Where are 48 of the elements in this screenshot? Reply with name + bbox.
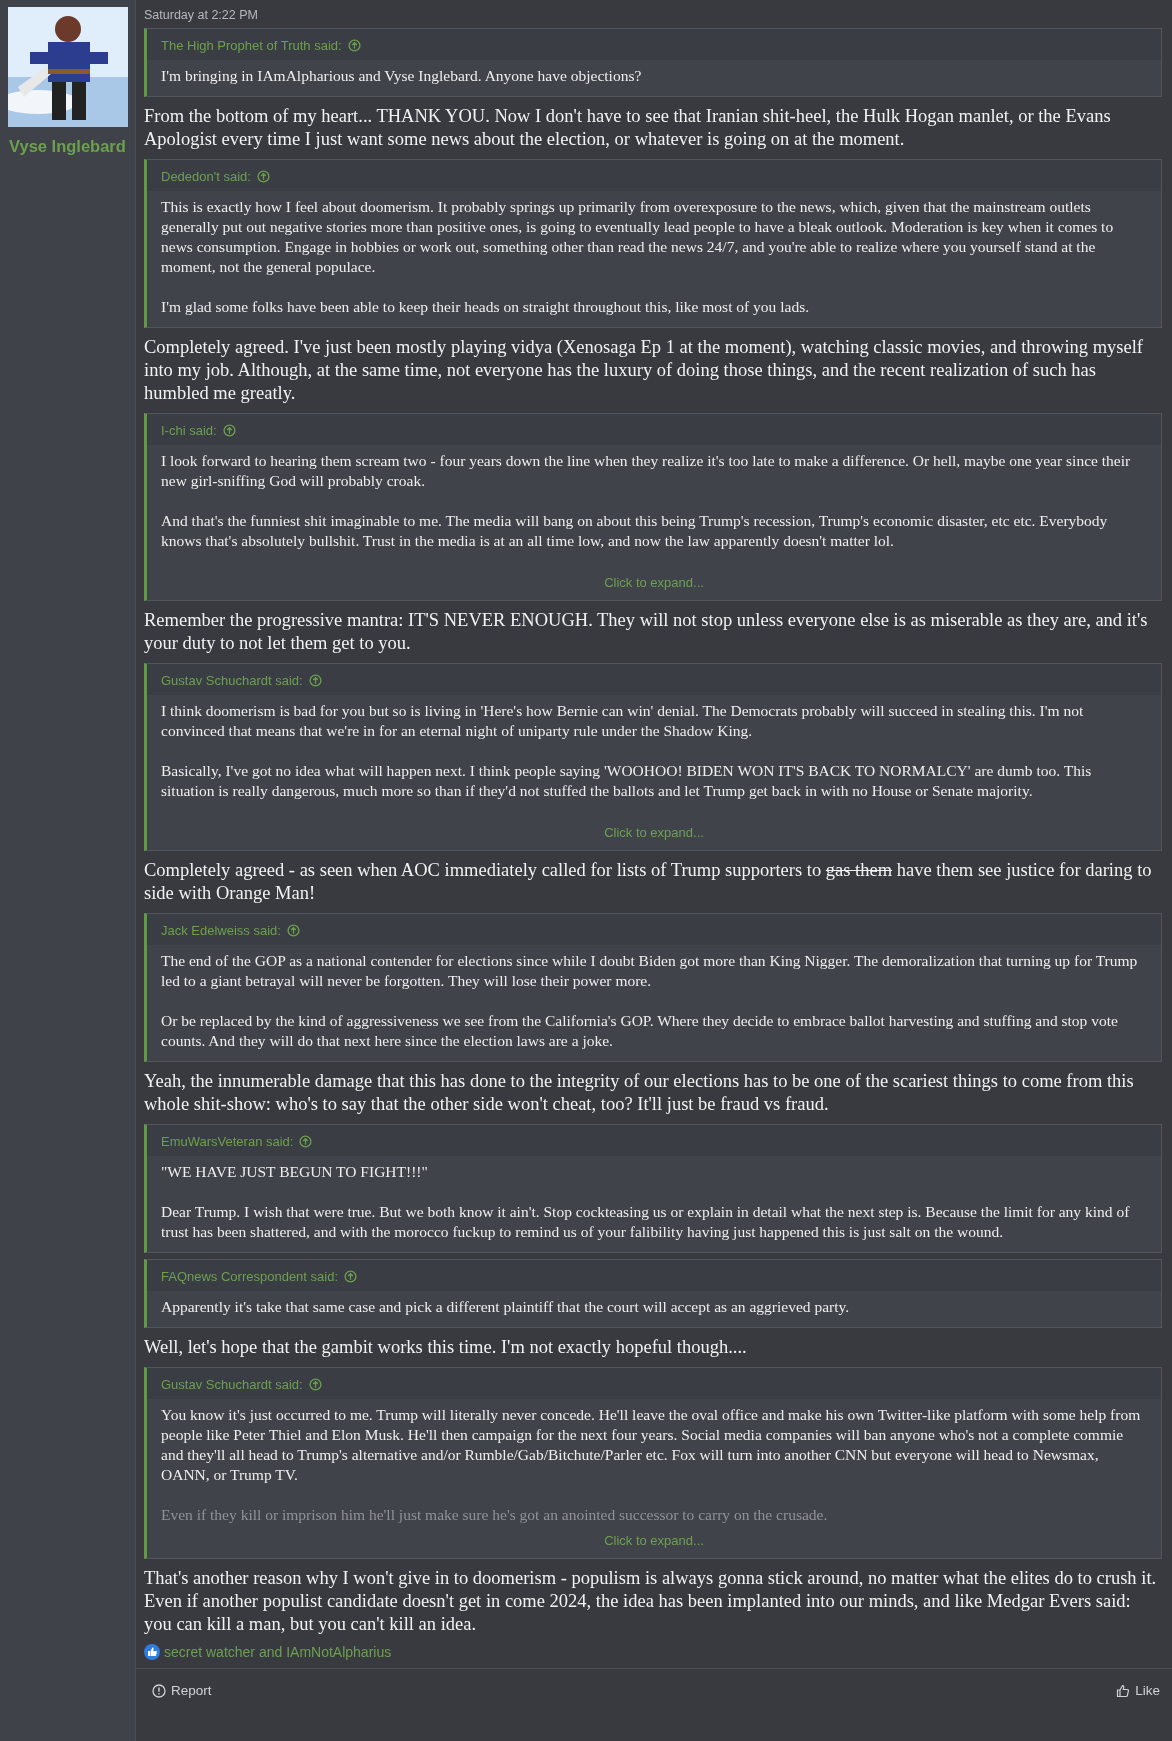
- thumbs-up-icon: [1116, 1683, 1131, 1698]
- arrow-up-circle-icon[interactable]: [286, 924, 300, 937]
- post-text: Well, let's hope that the gambit works this time. I'm not exactly hopeful though....: [144, 1336, 748, 1359]
- quote-text: And that's the funniest shit imaginable to me. The media will bang on about this being Trump's recession, Trump's economic disaster, etc etc. Everybody knows that's absolutely bullshit. Trust in the media is at an all time low, and now the law apparently doesn't matter lol.: [161, 511, 1109, 551]
- quote-text: You know it's just occurred to me. Trump will literally never concede. He'll leave the oval office and make his own Twitter-like platform with some help from people like Peter Thiel and Elon Musk. He'll then campaign for the next four years. Social media companies will ban anyone who's not a complete commie and they'll all head to Trump's alternative and/or Rumble/Gab/Bitchute/Parler etc. Fox will turn into another CNN but everyone will head to Newsmax, OANN, or Trump TV.: [161, 1405, 1142, 1485]
- post-text: That's another reason why I won't give in to doomerism - populism is always gonna stick around, no matter what the elites do to crush it. Even if another populist candidate doesn't get in come 2024, the idea has been implanted into our minds, and like Medgar Evers said: you can kill a man, but you can't kill an idea.: [144, 1567, 1158, 1636]
- reaction-users[interactable]: secret watcher and IAmNotAlpharius: [164, 1644, 392, 1660]
- quote-text: I'm bringing in IAmAlpharious and Vyse Inglebard. Anyone have objections?: [161, 66, 643, 86]
- arrow-up-circle-icon[interactable]: [299, 1135, 313, 1148]
- thumbs-up-icon: [144, 1644, 160, 1660]
- arrow-up-circle-icon[interactable]: [308, 1378, 322, 1391]
- post-text: Yeah, the innumerable damage that this has done to the integrity of our elections has to be one of the scariest things to come from this whole shit-show: who's to say that the other side won't cheat, too? It'll just be fraud vs fraud.: [144, 1070, 1135, 1116]
- arrow-up-circle-icon[interactable]: [308, 674, 322, 687]
- report-button[interactable]: Report: [148, 1679, 216, 1702]
- quote-text: I'm glad some folks have been able to keep their heads on straight throughout this, like most of you lads.: [161, 297, 811, 317]
- quote-text: Even if they kill or imprison him he'll just make sure he's got an anointed successor to carry on the crusade.: [161, 1505, 829, 1525]
- quote-text: Dear Trump. I wish that were true. But we both know it ain't. Stop cockteasing us or explain in detail what the next step is. Because the limit for any kind of trust has been shattered, and with the morocco fuckup to remind us of your falibility having just happened this is just salt on the wound.: [161, 1202, 1131, 1242]
- info-icon: [152, 1683, 166, 1698]
- quote-text: Or be replaced by the kind of aggressiveness we see from the California's GOP. Where they decide to embrace ballot harvesting and stuffing and stop vote counts. And they will do that next here since the election laws are a joke.: [161, 1011, 1119, 1051]
- username[interactable]: Vyse Inglebard: [9, 137, 126, 156]
- quote-author[interactable]: Jack Edelweiss said:: [161, 923, 281, 938]
- quote-author[interactable]: FAQnews Correspondent said:: [161, 1269, 339, 1284]
- post-text: From the bottom of my heart... THANK YOU. Now I don't have to see that Iranian shit-heel, the Hulk Hogan manlet, or the Evans Apologist every time I just want some news about the election, or whatever is going on at the moment.: [144, 105, 1112, 151]
- quote-author[interactable]: Gustav Schuchardt said:: [161, 1377, 303, 1392]
- arrow-up-circle-icon[interactable]: [256, 170, 270, 183]
- post-date[interactable]: Saturday at 2:22 PM: [144, 8, 1162, 22]
- quote-text: I look forward to hearing them scream two - four years down the line when they realize it's too late to make a difference. Or hell, maybe one year since their new girl-sniffing God will probably croak.: [161, 451, 1132, 491]
- quote-author[interactable]: Dededon't said:: [161, 169, 251, 184]
- quote-text: Apparently it's take that same case and pick a different plaintiff that the court will accept as an aggrieved party.: [161, 1297, 851, 1317]
- quote-author[interactable]: EmuWarsVeteran said:: [161, 1134, 294, 1149]
- post-text: Completely agreed. I've just been mostly playing vidya (Xenosaga Ep 1 at the moment), watching classic movies, and throwing myself into my job. Although, at the same time, not everyone has the luxury of doing those things, and the recent realization of such has humbled me greatly.: [144, 336, 1144, 405]
- quote-text: I think doomerism is bad for you but so is living in 'Here's how Bernie can win' denial. The Democrats probably will succeed in stealing this. I'm not convinced that means that we're in for an eternal night of uniparty rule under the Shadow King.: [161, 701, 1085, 741]
- quote-text: "WE HAVE JUST BEGUN TO FIGHT!!!": [161, 1162, 429, 1182]
- quote-author[interactable]: The High Prophet of Truth said:: [161, 38, 342, 53]
- expand-link[interactable]: Click to expand...: [604, 825, 704, 840]
- quote-text: This is exactly how I feel about doomerism. It probably springs up primarily from overexposure to the news, which, given that the mainstream outlets generally put out negative stories more than positive ones, is going to eventually lead people to have a bleak outlook. Moderation is key when it comes to news consumption. Engage in hobbies or work out, something other than read the news 24/7, and you're able to realize where you yourself stand at the moment, not the general populace.: [161, 197, 1115, 277]
- arrow-up-circle-icon[interactable]: [344, 1270, 358, 1283]
- like-button[interactable]: Like: [1112, 1679, 1164, 1702]
- expand-link[interactable]: Click to expand...: [604, 575, 704, 590]
- quote-text: The end of the GOP as a national contender for elections since while I doubt Biden got more than King Nigger. The demoralization that turning up for Trump led to a giant betrayal will never be forgotten. They will lose their power more.: [161, 951, 1139, 991]
- quote-text: Basically, I've got no idea what will happen next. I think people saying 'WOOHOO! BIDEN WON IT'S BACK TO NORMALCY' are dumb too. This situation is really dangerous, much more so than if they'd not stuffed the ballots and let Trump get back in with no House or Senate majority.: [161, 761, 1093, 801]
- arrow-up-circle-icon[interactable]: [222, 424, 236, 437]
- quote-author[interactable]: Gustav Schuchardt said:: [161, 673, 303, 688]
- post-text: Completely agreed - as seen when AOC immediately called for lists of Trump supporters to gas them have them see justice for daring to side with Orange Man!: [144, 859, 1153, 905]
- arrow-up-circle-icon[interactable]: [347, 39, 361, 52]
- expand-link[interactable]: Click to expand...: [604, 1533, 704, 1548]
- post-text: Remember the progressive mantra: IT'S NEVER ENOUGH. They will not stop unless everyone else is as miserable as they are, and it's your duty to not let them get to you.: [144, 609, 1149, 655]
- quote-author[interactable]: I-chi said:: [161, 423, 217, 438]
